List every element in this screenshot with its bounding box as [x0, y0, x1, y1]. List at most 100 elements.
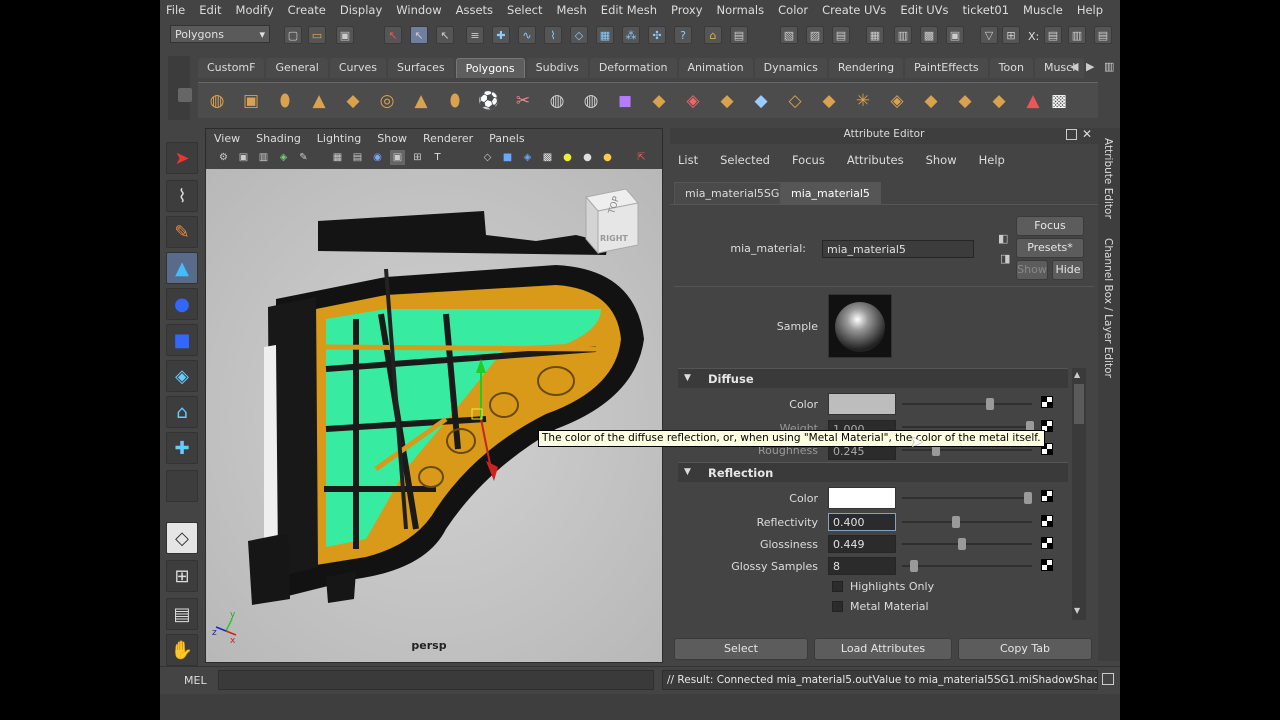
- menu-display[interactable]: Display: [340, 3, 382, 17]
- select-hierarchy-icon[interactable]: ↖: [384, 26, 402, 44]
- output-connections-icon[interactable]: ◨: [1000, 252, 1010, 265]
- copy-tab-button[interactable]: Copy Tab: [958, 638, 1092, 660]
- poly-cylinder-icon[interactable]: ⬮: [272, 88, 298, 114]
- glossiness-slider[interactable]: [902, 538, 1032, 550]
- graph-editor-icon[interactable]: ▥: [894, 26, 912, 44]
- use-default-light-icon[interactable]: ●: [560, 150, 575, 165]
- menu-create[interactable]: Create: [288, 3, 326, 17]
- shelf-tab-surfaces[interactable]: Surfaces: [388, 58, 454, 78]
- input-connections-icon[interactable]: ◧: [998, 232, 1008, 245]
- slider-knob[interactable]: [1024, 492, 1032, 504]
- close-icon[interactable]: ✕: [1082, 127, 1092, 141]
- slider-knob[interactable]: [986, 398, 994, 410]
- shelf-tab-rendering[interactable]: Rendering: [828, 58, 904, 78]
- lasso-tool-icon[interactable]: ⌇: [166, 180, 198, 212]
- float-panel-icon[interactable]: [1066, 129, 1077, 140]
- camera-attributes-icon[interactable]: ⚙: [216, 150, 231, 165]
- menu-edit-uvs[interactable]: Edit UVs: [900, 3, 948, 17]
- render-lock-icon[interactable]: ⌂: [704, 26, 722, 44]
- shelf-tab-toon[interactable]: Toon: [989, 58, 1033, 78]
- bevel-icon[interactable]: ◈: [884, 88, 910, 114]
- diffuse-color-swatch[interactable]: [828, 393, 896, 415]
- shelf-tab-subdivs[interactable]: Subdivs: [526, 58, 588, 78]
- menu-create-uvs[interactable]: Create UVs: [822, 3, 886, 17]
- menu-file[interactable]: File: [166, 3, 185, 17]
- menu-ticket01[interactable]: ticket01: [963, 3, 1010, 17]
- shadows-icon[interactable]: ●: [600, 150, 615, 165]
- diffuse-color-map-button[interactable]: [1041, 396, 1053, 408]
- reflection-section-header[interactable]: ▼ Reflection: [678, 462, 1068, 482]
- ipr-render-icon[interactable]: ▨: [806, 26, 824, 44]
- reflectivity-slider[interactable]: [902, 516, 1032, 528]
- reflectivity-field[interactable]: 0.400: [828, 513, 896, 531]
- shelf-tab-deformation[interactable]: Deformation: [589, 58, 677, 78]
- snap-view-plane-icon[interactable]: ◇: [570, 26, 588, 44]
- reflection-color-swatch[interactable]: [828, 487, 896, 509]
- construction-history-icon[interactable]: ?: [674, 26, 692, 44]
- viewport-menu-view[interactable]: View: [214, 132, 240, 145]
- ae-menu-show[interactable]: Show: [926, 153, 957, 167]
- menu-assets[interactable]: Assets: [456, 3, 493, 17]
- resolution-gate-icon[interactable]: ◉: [370, 150, 385, 165]
- render-settings-icon[interactable]: ▤: [832, 26, 850, 44]
- slider-knob[interactable]: [910, 560, 918, 572]
- poly-soccer-ball-icon[interactable]: ⚽: [476, 88, 502, 114]
- select-tool-icon[interactable]: ➤: [166, 142, 198, 174]
- camera-icon[interactable]: ▣: [946, 26, 964, 44]
- menu-mesh[interactable]: Mesh: [557, 3, 587, 17]
- wireframe-icon[interactable]: ◇: [480, 150, 495, 165]
- shelf-scroll-left-icon[interactable]: ◀: [1070, 60, 1078, 73]
- load-attributes-button[interactable]: Load Attributes: [814, 638, 952, 660]
- grease-pencil-icon[interactable]: ✎: [296, 150, 311, 165]
- ae-scrollbar[interactable]: ▲ ▼: [1072, 368, 1086, 620]
- scroll-down-icon[interactable]: ▼: [1074, 606, 1080, 615]
- poly-cone-icon[interactable]: ▲: [306, 88, 332, 114]
- field-chart-icon[interactable]: ⊞: [410, 150, 425, 165]
- four-view-layout-icon[interactable]: ⊞: [166, 560, 198, 592]
- poly-plane-icon[interactable]: ◆: [340, 88, 366, 114]
- camera-bookmark-icon[interactable]: ▣: [236, 150, 251, 165]
- select-button[interactable]: Select: [674, 638, 808, 660]
- safe-action-icon[interactable]: ▣: [390, 150, 405, 165]
- menu-proxy[interactable]: Proxy: [671, 3, 703, 17]
- soft-mod-tool-icon[interactable]: ⌂: [166, 396, 198, 428]
- command-input[interactable]: [218, 670, 654, 690]
- wedge-icon[interactable]: ◆: [918, 88, 944, 114]
- attribute-editor-toggle-icon[interactable]: ▤: [1094, 26, 1112, 44]
- script-editor-icon[interactable]: [1102, 673, 1114, 685]
- glossy-samples-field[interactable]: 8: [828, 557, 896, 575]
- poly-sphere-icon[interactable]: ◍: [204, 88, 230, 114]
- shelf-tab-animation[interactable]: Animation: [678, 58, 753, 78]
- poly-torus-icon[interactable]: ◎: [374, 88, 400, 114]
- film-gate-icon[interactable]: ▤: [350, 150, 365, 165]
- reflectivity-map-button[interactable]: [1041, 515, 1053, 527]
- extract-icon[interactable]: ◆: [986, 88, 1012, 114]
- rotate-tool-icon[interactable]: ●: [166, 288, 198, 320]
- snap-point-icon[interactable]: ⌇: [544, 26, 562, 44]
- safe-title-icon[interactable]: T: [430, 150, 445, 165]
- menu-color[interactable]: Color: [778, 3, 808, 17]
- smooth-icon[interactable]: ◍: [578, 88, 604, 114]
- glossiness-field[interactable]: 0.449: [828, 535, 896, 553]
- select-component-icon[interactable]: ↖: [436, 26, 454, 44]
- shelf-tab-painteffects[interactable]: PaintEffects: [905, 58, 988, 78]
- separate-icon[interactable]: ✂: [510, 88, 536, 114]
- shelf-tab-polygons[interactable]: Polygons: [455, 58, 525, 78]
- hypershade-layout-icon[interactable]: ✋: [166, 634, 198, 666]
- metal-material-checkbox[interactable]: [832, 601, 843, 612]
- single-perspective-layout-icon[interactable]: ◇: [166, 522, 198, 554]
- menu-edit[interactable]: Edit: [199, 3, 221, 17]
- menu-edit-mesh[interactable]: Edit Mesh: [601, 3, 657, 17]
- input-ops-icon[interactable]: ⁂: [622, 26, 640, 44]
- viewport-menu-panels[interactable]: Panels: [489, 132, 524, 145]
- shelf-tab-curves[interactable]: Curves: [329, 58, 387, 78]
- textured-icon[interactable]: ▩: [540, 150, 555, 165]
- node-name-field[interactable]: mia_material5: [822, 240, 974, 258]
- highlights-only-checkbox[interactable]: [832, 581, 843, 592]
- outliner-icon[interactable]: ▩: [920, 26, 938, 44]
- viewport-menu-show[interactable]: Show: [377, 132, 407, 145]
- ae-menu-selected[interactable]: Selected: [720, 153, 770, 167]
- sculpt-icon[interactable]: ▲: [1020, 88, 1046, 114]
- tab-mia-material5sg[interactable]: mia_material5SG: [674, 182, 791, 204]
- ae-menu-focus[interactable]: Focus: [792, 153, 825, 167]
